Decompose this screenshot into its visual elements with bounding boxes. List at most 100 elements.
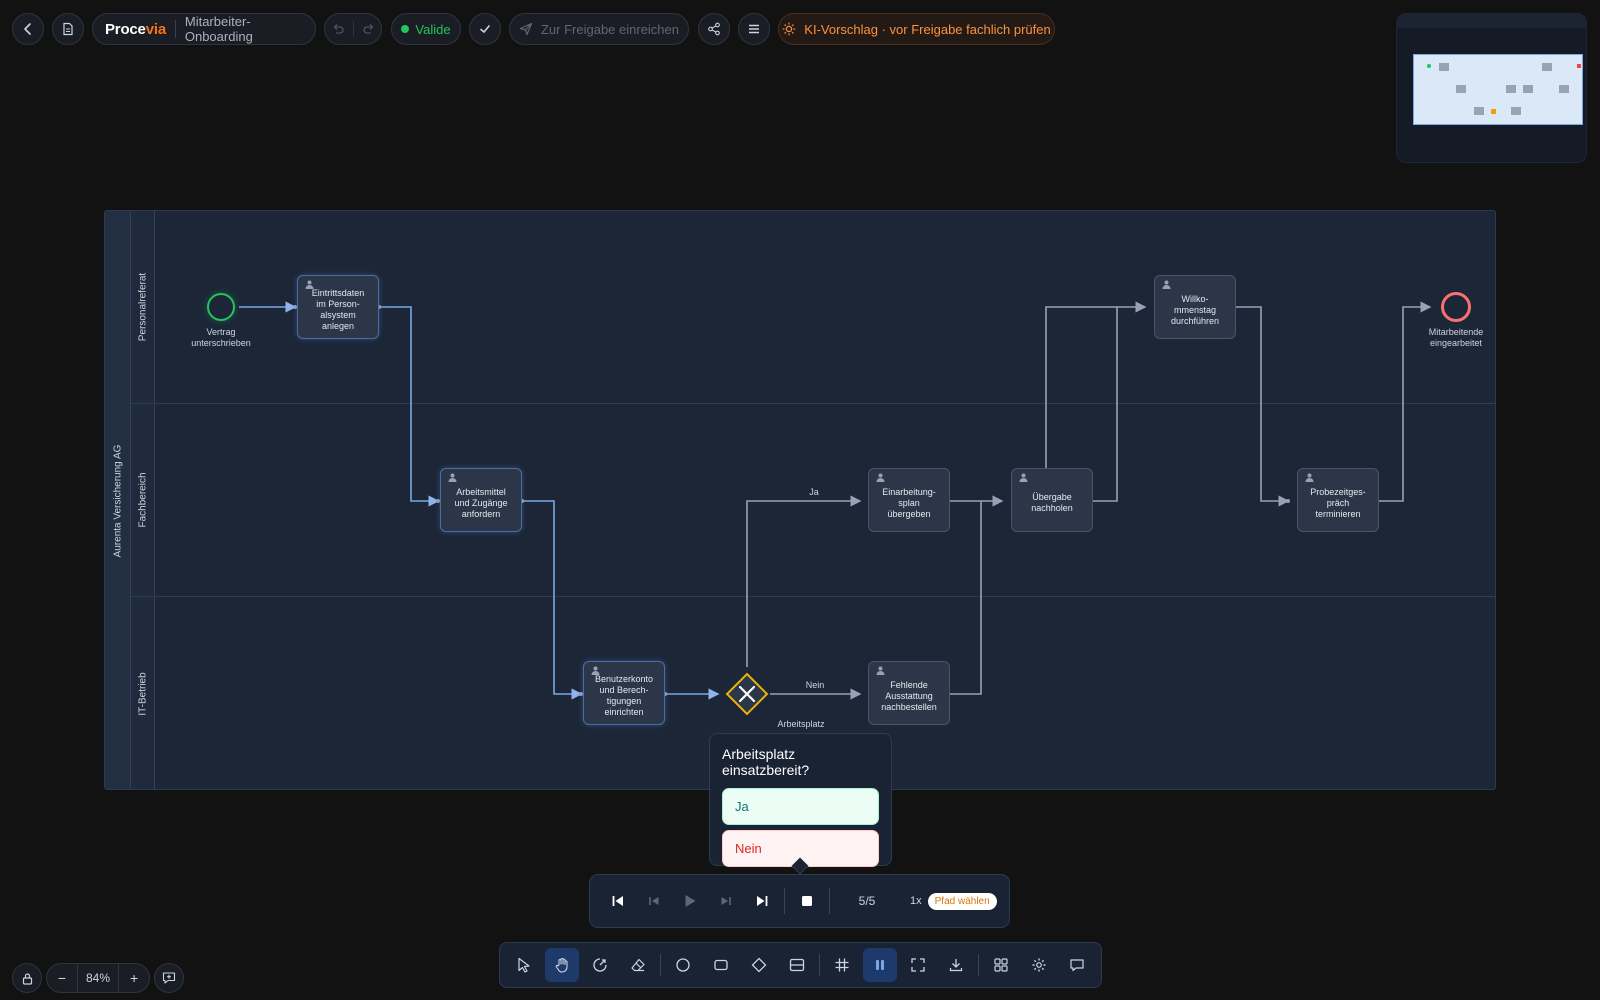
end-event[interactable] xyxy=(1441,292,1471,322)
lane-icon xyxy=(789,958,805,972)
comment-add-icon xyxy=(162,972,176,984)
status-label: Valide xyxy=(415,21,451,37)
undo-icon[interactable] xyxy=(331,22,345,36)
task-benutzerkonto[interactable]: Benutzerkonto und Berech- tigungen einri… xyxy=(583,661,665,725)
task-tool[interactable] xyxy=(704,948,738,982)
lock-icon xyxy=(22,972,32,985)
task-eintrittsdaten[interactable]: Eintrittsdaten im Person- alsystem anleg… xyxy=(297,275,379,339)
play-button[interactable] xyxy=(672,883,708,919)
document-button[interactable] xyxy=(52,13,84,45)
apps-button[interactable] xyxy=(984,948,1018,982)
speed-selector[interactable]: 1x xyxy=(910,895,922,907)
minimap-gateway-marker xyxy=(1491,109,1496,114)
validate-button[interactable] xyxy=(469,13,501,45)
user-icon xyxy=(876,473,885,485)
hand-icon xyxy=(555,957,568,973)
minimap-viewport[interactable] xyxy=(1413,54,1583,125)
choose-path-button[interactable]: Pfad wählen xyxy=(927,892,997,910)
eraser-tool[interactable] xyxy=(621,948,655,982)
share-icon xyxy=(708,22,720,36)
skip-to-start-button[interactable] xyxy=(600,883,636,919)
user-icon xyxy=(1162,280,1171,292)
play-icon xyxy=(685,895,696,907)
select-tool[interactable] xyxy=(507,948,541,982)
brand-logo: Procevia xyxy=(105,21,166,38)
task-probezeitgespraech[interactable]: Probezeitges- präch terminieren xyxy=(1297,468,1379,532)
step-forward-button[interactable] xyxy=(708,883,744,919)
status-dot-icon xyxy=(401,25,410,33)
minimap-start-marker xyxy=(1427,64,1431,68)
lane-tool[interactable] xyxy=(780,948,814,982)
minimap[interactable] xyxy=(1396,13,1587,163)
zoom-in-button[interactable]: + xyxy=(119,970,149,986)
brand-main: Proce xyxy=(105,20,146,38)
skip-start-icon xyxy=(612,896,623,906)
ai-hint-label: KI-Vorschlag · vor Freigabe fachlich prü… xyxy=(804,21,1051,37)
menu-button[interactable] xyxy=(738,13,770,45)
user-icon xyxy=(1305,473,1314,485)
settings-button[interactable] xyxy=(1022,948,1056,982)
task-label: Benutzerkonto und Berech- tigungen einri… xyxy=(594,674,654,717)
hand-tool[interactable] xyxy=(545,948,579,982)
pause-icon xyxy=(876,960,884,970)
task-fehlende-ausstattung[interactable]: Fehlende Ausstattung nachbestellen xyxy=(868,661,950,725)
ai-suggestion-badge[interactable]: KI-Vorschlag · vor Freigabe fachlich prü… xyxy=(778,13,1055,45)
undo-redo-group xyxy=(324,13,382,45)
step-back-icon xyxy=(649,897,659,905)
fit-view-button[interactable] xyxy=(901,948,935,982)
bpmn-pool[interactable]: Aurenta Versicherung AG Personalreferat … xyxy=(104,210,1496,790)
step-forward-icon xyxy=(721,897,731,905)
event-tool[interactable] xyxy=(666,948,700,982)
submit-approval-button[interactable]: Zur Freigabe einreichen xyxy=(509,13,689,45)
gateway-tool[interactable] xyxy=(742,948,776,982)
flow-label-no: Nein xyxy=(805,680,825,690)
pause-simulation-button[interactable] xyxy=(863,948,897,982)
start-event[interactable] xyxy=(207,293,235,321)
diamond-icon xyxy=(751,957,767,973)
redo-icon[interactable] xyxy=(362,22,376,36)
title-bar: Procevia Mitarbeiter-Onboarding xyxy=(92,13,316,45)
decision-yes-button[interactable]: Ja xyxy=(722,788,879,825)
task-uebergabe-nachholen[interactable]: Übergabe nachholen xyxy=(1011,468,1093,532)
share-button[interactable] xyxy=(698,13,730,45)
grid-toggle[interactable] xyxy=(825,948,859,982)
add-comment-button[interactable] xyxy=(154,963,185,993)
sun-icon xyxy=(783,22,796,36)
user-icon xyxy=(876,666,885,678)
chevron-left-icon xyxy=(24,23,31,35)
task-label: Einarbeitung- splan übergeben xyxy=(882,486,936,519)
connect-tool[interactable] xyxy=(583,948,617,982)
user-icon xyxy=(591,666,600,678)
fullscreen-icon xyxy=(911,958,925,972)
skip-to-end-button[interactable] xyxy=(744,883,780,919)
stop-button[interactable] xyxy=(789,883,825,919)
download-button[interactable] xyxy=(939,948,973,982)
validation-status-badge[interactable]: Valide xyxy=(391,13,461,45)
task-willkommenstag[interactable]: Willko- mmenstag durchführen xyxy=(1154,275,1236,339)
document-icon xyxy=(63,22,73,36)
comments-button[interactable] xyxy=(1060,948,1094,982)
cursor-icon xyxy=(518,957,530,973)
editor-toolbar xyxy=(499,942,1102,988)
start-event-label: Vertrag unterschrieben xyxy=(191,327,251,348)
skip-end-icon xyxy=(757,896,768,906)
download-icon xyxy=(949,959,963,972)
lock-button[interactable] xyxy=(12,963,42,993)
check-icon xyxy=(480,25,490,34)
task-arbeitsmittel[interactable]: Arbeitsmittel und Zugänge anfordern xyxy=(440,468,522,532)
gateway-decision-popup: Arbeitsplatz einsatzbereit? Ja Nein xyxy=(709,733,892,875)
task-einarbeitungsplan[interactable]: Einarbeitung- splan übergeben xyxy=(868,468,950,532)
step-back-button[interactable] xyxy=(636,883,672,919)
minimap-end-marker xyxy=(1577,64,1581,68)
zoom-level[interactable]: 84% xyxy=(77,964,120,992)
back-button[interactable] xyxy=(12,13,44,45)
task-label: Übergabe nachholen xyxy=(1031,492,1073,513)
end-event-label: Mitarbeitende eingearbeitet xyxy=(1428,327,1484,348)
comment-icon xyxy=(1070,959,1084,972)
zoom-out-button[interactable]: − xyxy=(47,970,77,986)
document-title[interactable]: Mitarbeiter-Onboarding xyxy=(185,14,303,44)
task-label: Eintrittsdaten im Person- alsystem anleg… xyxy=(311,288,365,331)
exclusive-gateway[interactable] xyxy=(725,672,769,716)
user-icon xyxy=(305,280,314,292)
task-label: Willko- mmenstag durchführen xyxy=(1170,293,1220,326)
